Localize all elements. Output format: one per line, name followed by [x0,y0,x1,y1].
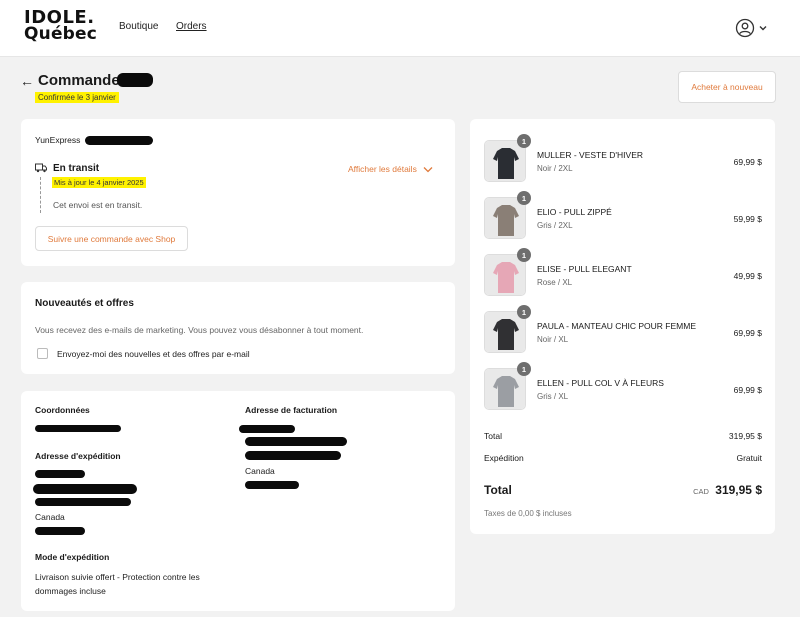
timeline-line [40,177,41,213]
order-item: 1 ELIO - PULL ZIPPÉ Gris / 2XL 59,99 $ [484,191,762,242]
quantity-badge: 1 [517,362,531,376]
nav-shop-link[interactable]: Boutique [119,21,158,32]
item-price: 59,99 $ [733,214,762,224]
billing-country: Canada [245,466,275,476]
account-menu-button[interactable] [735,18,769,38]
buy-again-button[interactable]: Acheter à nouveau [678,71,776,103]
shipping-row: Expédition Gratuit [484,453,762,463]
redacted-billing-city [245,451,341,460]
order-item: 1 ELISE - PULL ELEGANT Rose / XL 49,99 $ [484,248,762,299]
shipping-value: Gratuit [736,453,762,463]
show-details-label: Afficher les détails [348,164,417,174]
subtotal-value: 319,95 $ [728,431,762,441]
redacted-shipping-city [35,498,131,506]
news-description: Vous recevez des e-mails de marketing. V… [35,325,364,335]
redacted-order-number [117,73,153,87]
order-item: 1 ELLEN - PULL COL V À FLEURS Gris / XL 69,… [484,362,762,413]
user-circle-icon [735,18,755,38]
item-variant: Noir / 2XL [537,164,573,173]
redacted-billing-street [245,437,347,446]
shipping-method-label: Mode d'expédition [35,552,110,562]
quantity-badge: 1 [517,248,531,262]
shipping-method-line-2: dommages incluse [35,586,106,596]
contact-label: Coordonnées [35,405,90,415]
item-variant: Gris / 2XL [537,221,573,230]
billing-address-label: Adresse de facturation [245,405,338,415]
page-title: Commande [38,72,120,89]
total-label: Total [484,483,512,497]
track-with-shop-button[interactable]: Suivre une commande avec Shop [35,226,188,251]
marketing-checkbox-label[interactable]: Envoyez-moi des nouvelles et des offres … [57,349,250,359]
item-variant: Rose / XL [537,278,573,287]
shipment-message: Cet envoi est en transit. [53,200,143,210]
item-variant: Gris / XL [537,392,569,401]
item-price: 69,99 $ [733,385,762,395]
order-summary-card: 1 MULLER - VESTE D'HIVER Noir / 2XL 69,99 $… [470,119,775,534]
order-item: 1 MULLER - VESTE D'HIVER Noir / 2XL 69,99 $ [484,134,762,185]
subtotal-row: Total 319,95 $ [484,431,762,441]
shipment-card: YunExpress En transit Mis à jour le 4 ja… [21,119,455,266]
quantity-badge: 1 [517,191,531,205]
redacted-shipping-street [33,484,137,494]
item-name: ELIO - PULL ZIPPÉ [537,207,612,217]
nav-orders-link[interactable]: Orders [176,21,207,32]
carrier-name: YunExpress [35,135,81,145]
item-price: 69,99 $ [733,328,762,338]
shipping-method-line-1: Livraison suivie offert - Protection con… [35,572,200,582]
item-name: PAULA - MANTEAU CHIC POUR FEMME [537,321,696,331]
show-details-link[interactable]: Afficher les détails [348,164,433,174]
chevron-down-icon [423,167,433,173]
truck-icon [35,163,47,173]
shipping-label: Expédition [484,453,524,463]
redacted-shipping-name [35,470,85,478]
chevron-down-icon [759,26,767,31]
redacted-tracking-number [85,136,153,145]
currency-code: CAD [693,487,709,496]
confirmation-date: Confirmée le 3 janvier [35,92,119,103]
order-item: 1 PAULA - MANTEAU CHIC POUR FEMME Noir / X… [484,305,762,356]
redacted-billing-phone [245,481,299,489]
item-name: MULLER - VESTE D'HIVER [537,150,644,160]
marketing-checkbox[interactable] [37,348,48,359]
status-updated-date: Mis à jour le 4 janvier 2025 [52,177,146,188]
total-value: 319,95 $ [715,483,762,497]
item-name: ELISE - PULL ELEGANT [537,264,632,274]
brand-logo[interactable]: IDOLE. Québec [24,9,98,44]
news-title: Nouveautés et offres [35,298,134,309]
quantity-badge: 1 [517,134,531,148]
item-price: 69,99 $ [733,157,762,167]
logo-line-2: Québec [24,24,98,44]
customer-info-card: Coordonnées Adresse d'expédition Canada … [21,391,455,611]
shipment-status: En transit [53,163,100,174]
total-value-group: CAD 319,95 $ [693,483,762,497]
quantity-badge: 1 [517,305,531,319]
news-offers-card: Nouveautés et offres Vous recevez des e-… [21,282,455,374]
redacted-contact [35,425,121,432]
redacted-billing-name [239,425,295,433]
subtotal-label: Total [484,431,502,441]
site-header: IDOLE. Québec Boutique Orders [0,0,800,57]
shipping-country: Canada [35,512,65,522]
taxes-note: Taxes de 0,00 $ incluses [484,509,572,518]
back-arrow-icon[interactable]: ← [20,73,34,89]
redacted-shipping-phone [35,527,85,535]
item-variant: Noir / XL [537,335,569,344]
item-price: 49,99 $ [733,271,762,281]
item-name: ELLEN - PULL COL V À FLEURS [537,378,664,388]
shipping-address-label: Adresse d'expédition [35,451,121,461]
total-row: Total CAD 319,95 $ [484,483,762,501]
